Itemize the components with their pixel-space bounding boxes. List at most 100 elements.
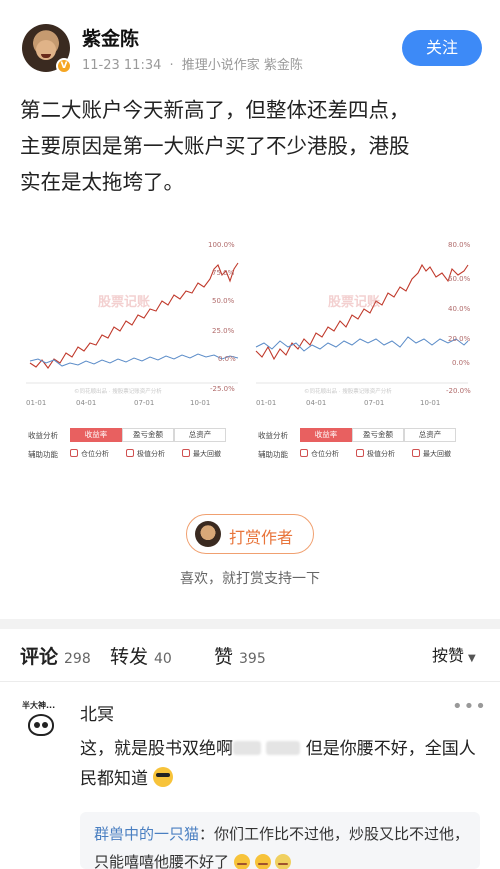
reply-text: 群兽中的一只猫：你们工作比不过他，炒股又比不过他，只能嘻嘻他腰不好了 [94,820,470,869]
meta-separator: · [169,58,174,73]
author-header: V 紫金陈 11-23 11:34 · 推理小说作家 紫金陈 关注 [22,20,482,76]
tab-comments[interactable]: 评论 298 [20,642,91,669]
chart-small-watermark: ©同花顺出品 · 搜股票记账资产分析 [74,389,162,395]
checkbox-drawdown[interactable]: 最大回撤 [412,449,451,459]
checkbox-position[interactable]: 仓位分析 [70,449,109,459]
y-tick-label: 0.0% [218,355,236,363]
controls-label: 辅助功能 [28,450,58,459]
left-chart-svg [26,262,239,384]
y-tick-label: 50.0% [212,297,235,305]
controls-label: 收益分析 [28,431,58,440]
blurred-text [266,741,301,755]
post-line: 实在是太拖垮了。 [20,170,184,194]
cat-emoji-icon [233,854,250,869]
checkbox-extreme[interactable]: 极值分析 [126,449,165,459]
laugh-emoji-icon [275,854,292,869]
comment-text: 这，就是股书双绝啊 但是你腰不好，全国人民都知道 [80,734,480,794]
x-tick-label: 04-01 [76,399,97,407]
likes-label: 赞 [214,646,234,668]
panda-icon [28,714,54,736]
checkbox-icon [300,449,308,457]
chart-controls-right-row1: 收益分析 收益率 盈亏金额 总资产 [252,428,472,444]
comment-text-part: 这，就是股书双绝啊 [80,739,233,759]
checkbox-drawdown[interactable]: 最大回撤 [182,449,221,459]
x-tick-label: 01-01 [26,399,47,407]
tab-return-rate[interactable]: 收益率 [300,428,352,442]
x-tick-label: 01-01 [256,399,277,407]
chart-panel-left: 100.0% 75.0% 50.0% 25.0% 0.0% -25.0% 股票记… [22,235,242,425]
tab-profit-amount[interactable]: 盈亏金额 [352,428,404,442]
tab-total-assets[interactable]: 总资产 [404,428,456,442]
triangle-down-icon: ▼ [468,653,476,664]
follow-button[interactable]: 关注 [402,30,482,66]
checkbox-extreme[interactable]: 极值分析 [356,449,395,459]
controls-label: 收益分析 [258,431,288,440]
post-image[interactable]: 100.0% 75.0% 50.0% 25.0% 0.0% -25.0% 股票记… [20,225,482,478]
tab-profit-amount[interactable]: 盈亏金额 [122,428,174,442]
chart-small-watermark: ©同花顺出品 · 搜股票记账资产分析 [304,389,392,395]
chart-watermark: 股票记账 [328,295,381,310]
controls-label: 辅助功能 [258,450,288,459]
tab-return-rate[interactable]: 收益率 [70,428,122,442]
y-tick-label: 25.0% [212,327,235,335]
post-line: 第二大账户今天新高了，但整体还差四点， [20,98,410,122]
checkbox-label: 极值分析 [367,450,395,458]
checkbox-icon [126,449,134,457]
sort-label: 按赞 [432,646,465,665]
reply-preview[interactable]: 群兽中的一只猫：你们工作比不过他，炒股又比不过他，只能嘻嘻他腰不好了 [80,812,480,869]
commenter-name[interactable]: 北冥 [80,700,114,725]
sunglasses-emoji-icon [153,767,174,787]
checkbox-label: 仓位分析 [81,450,109,458]
comments-count: 298 [64,651,91,667]
y-tick-label: 60.0% [448,275,471,283]
checkbox-icon [412,449,420,457]
y-tick-label: -20.0% [446,387,471,395]
tip-avatar [195,521,221,547]
y-tick-label: 20.0% [448,335,471,343]
commenter-avatar[interactable]: 半大神... [22,700,62,740]
reply-user[interactable]: 群兽中的一只猫 [94,825,199,843]
checkbox-icon [70,449,78,457]
blurred-text [233,741,261,755]
y-tick-label: -25.0% [210,385,235,393]
checkbox-icon [182,449,190,457]
chart-controls-left-row2: 辅助功能 仓位分析 极值分析 最大回撤 [22,447,242,463]
tip-subtitle: 喜欢，就打赏支持一下 [180,571,320,587]
tab-reposts[interactable]: 转发 40 [110,642,172,669]
benchmark-line [255,336,469,352]
tip-author-button[interactable]: 打赏作者 [186,514,314,554]
tip-button-label: 打赏作者 [229,528,294,547]
stats-divider [0,681,500,682]
x-tick-label: 10-01 [190,399,211,407]
checkbox-label: 最大回撤 [423,450,451,458]
checkbox-position[interactable]: 仓位分析 [300,449,339,459]
cat-emoji-icon [254,854,271,869]
verified-badge-icon: V [56,58,72,74]
x-tick-label: 10-01 [420,399,441,407]
comments-label: 评论 [20,646,59,668]
sort-dropdown[interactable]: 按赞 ▼ [432,642,476,666]
x-tick-label: 04-01 [306,399,327,407]
author-description: 推理小说作家 紫金陈 [181,58,303,73]
chart-panel-right: 80.0% 60.0% 40.0% 20.0% 0.0% -20.0% 股票记账… [252,235,472,425]
checkbox-label: 仓位分析 [311,450,339,458]
tab-total-assets[interactable]: 总资产 [174,428,226,442]
portfolio-line [255,263,469,361]
more-options-icon[interactable]: ••• [452,696,487,717]
post-timestamp: 11-23 11:34 [82,58,162,73]
checkbox-label: 最大回撤 [193,450,221,458]
checkbox-icon [356,449,364,457]
y-tick-label: 0.0% [452,359,470,367]
y-tick-label: 100.0% [208,241,235,249]
author-name[interactable]: 紫金陈 [82,24,139,51]
chart-controls-right-row2: 辅助功能 仓位分析 极值分析 最大回撤 [252,447,472,463]
likes-count: 395 [239,651,266,667]
y-tick-label: 80.0% [448,241,471,249]
x-tick-label: 07-01 [364,399,385,407]
chart-watermark: 股票记账 [98,295,151,310]
post-meta: 11-23 11:34 · 推理小说作家 紫金陈 [82,54,303,73]
right-chart-svg [255,263,469,384]
chart-controls-left-row1: 收益分析 收益率 盈亏金额 总资产 [22,428,242,444]
tab-likes[interactable]: 赞 395 [214,642,266,669]
reposts-label: 转发 [110,646,149,668]
